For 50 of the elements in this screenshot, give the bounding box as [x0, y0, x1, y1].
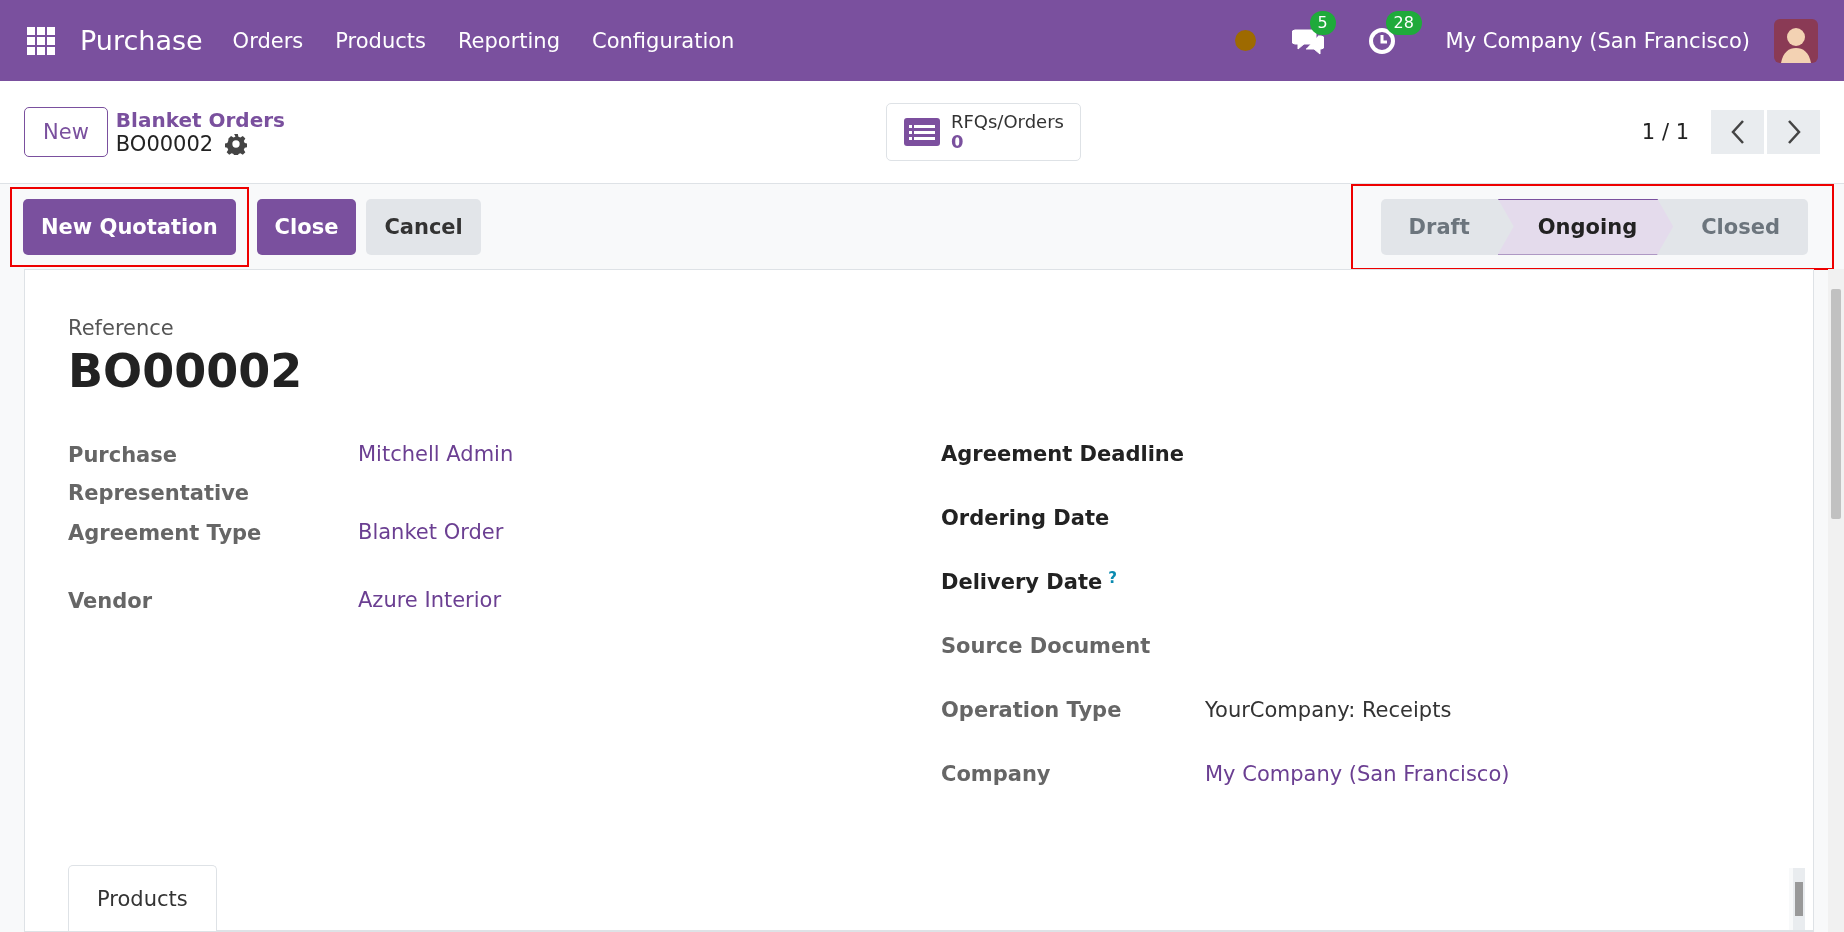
clock-icon[interactable]	[1367, 26, 1396, 55]
scrollbar[interactable]	[1828, 269, 1844, 932]
activity-count-badge: 28	[1385, 10, 1422, 35]
field-value-link[interactable]: My Company (San Francisco)	[1205, 756, 1813, 793]
chat-icon[interactable]	[1291, 26, 1324, 55]
company-switcher[interactable]: My Company (San Francisco)	[1445, 28, 1750, 53]
status-stage[interactable]: Closed	[1673, 198, 1808, 255]
menu-item[interactable]: Products	[335, 28, 426, 53]
menu-item[interactable]: Reporting	[457, 28, 560, 53]
new-button[interactable]: New	[24, 107, 108, 157]
notebook-tab[interactable]: Products	[68, 865, 217, 931]
status-stage[interactable]: Ongoing	[1497, 198, 1674, 255]
action-button[interactable]: Close	[256, 198, 357, 255]
field-value: YourCompany: Receipts	[1205, 697, 1453, 724]
user-avatar-icon[interactable]	[1774, 18, 1818, 63]
menu-item[interactable]: Configuration	[592, 28, 735, 53]
previous-button[interactable]	[1711, 110, 1764, 154]
field-label: Agreement Type	[68, 520, 263, 547]
field-value-link[interactable]: Mitchell Admin	[358, 436, 941, 473]
rfqs-orders-smart-button[interactable]: RFQs/Orders 0	[885, 103, 1081, 161]
field-label: Vendor	[68, 588, 154, 615]
status-dot-icon[interactable]	[1234, 30, 1256, 51]
scrollbar[interactable]	[1789, 868, 1805, 930]
field-value-link[interactable]: Blanket Order	[358, 514, 941, 551]
field-value-link[interactable]: Azure Interior	[358, 582, 941, 619]
breadcrumb-link[interactable]: Blanket Orders	[115, 108, 285, 132]
field-label: Ordering Date	[941, 506, 1110, 530]
next-button[interactable]	[1767, 110, 1820, 154]
app-name[interactable]: Purchase	[80, 25, 203, 56]
pager-value: 1 / 1	[1641, 120, 1689, 144]
menu-item[interactable]: Orders	[232, 28, 304, 53]
chevron-left-icon	[1729, 119, 1746, 145]
action-button[interactable]: New Quotation	[23, 198, 236, 255]
message-count-badge: 5	[1309, 10, 1336, 35]
field-label: Purchase Representative	[68, 442, 251, 507]
field-label: Delivery Date	[941, 570, 1103, 594]
record-name: BO00002	[115, 132, 214, 156]
field-label: Operation Type	[941, 698, 1122, 722]
field-label: Source Document	[941, 634, 1151, 658]
chevron-right-icon	[1785, 119, 1802, 145]
status-stage[interactable]: Draft	[1380, 198, 1498, 255]
action-button[interactable]: Cancel	[366, 198, 481, 255]
field-label: Company	[941, 762, 1051, 786]
list-icon	[902, 117, 941, 147]
field-label: Reference	[68, 316, 175, 340]
help-tooltip-mark[interactable]: ?	[1108, 568, 1117, 587]
field-label: Agreement Deadline	[941, 442, 1185, 466]
app-grid-icon[interactable]	[26, 25, 56, 56]
reference-title: BO00002	[68, 344, 304, 398]
settings-icon[interactable]	[225, 133, 248, 155]
